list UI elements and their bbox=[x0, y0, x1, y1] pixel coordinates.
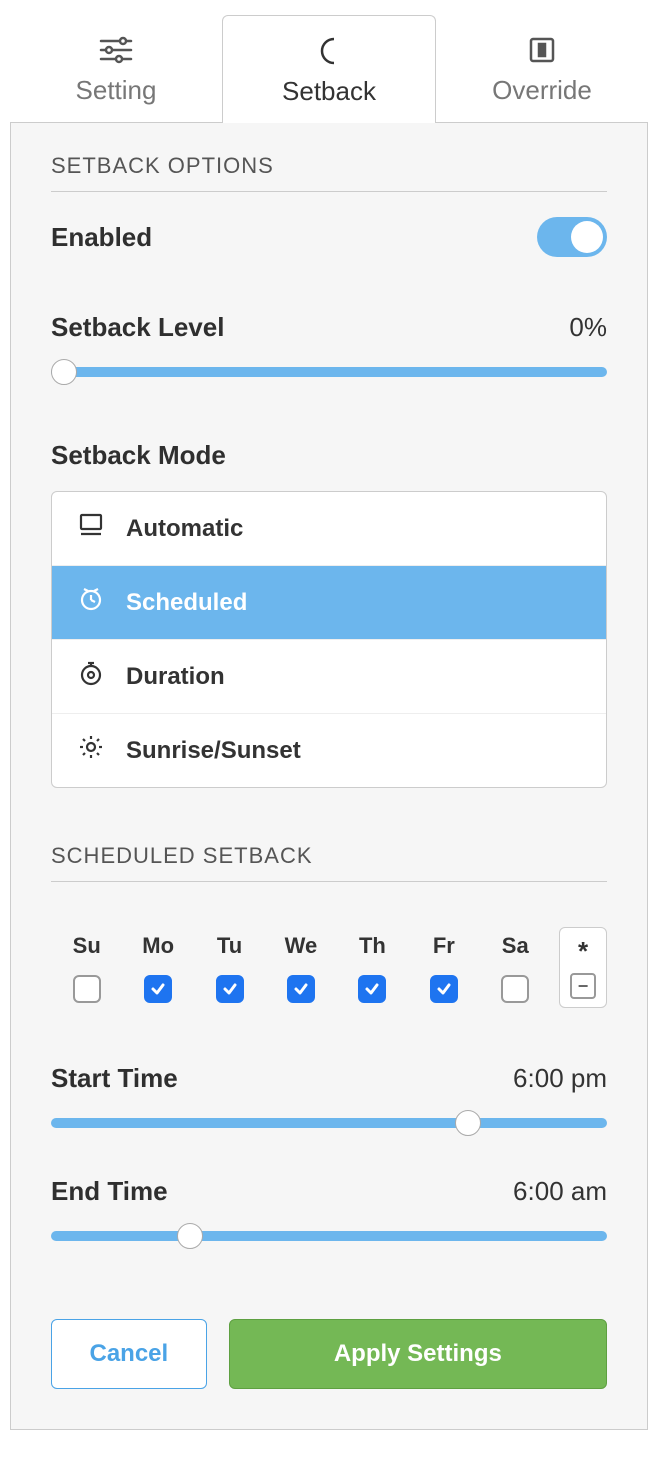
mode-sunrise-sunset[interactable]: Sunrise/Sunset bbox=[52, 713, 606, 787]
tab-label: Override bbox=[492, 75, 592, 106]
setback-level-row: Setback Level 0% bbox=[51, 312, 607, 343]
cancel-button[interactable]: Cancel bbox=[51, 1319, 207, 1389]
mode-label: Automatic bbox=[126, 515, 243, 543]
day-checkbox[interactable] bbox=[73, 975, 101, 1003]
mode-scheduled[interactable]: Scheduled bbox=[52, 565, 606, 639]
override-icon bbox=[527, 35, 557, 65]
day-label: Fr bbox=[433, 933, 455, 959]
timer-icon bbox=[78, 660, 104, 693]
setback-level-slider[interactable] bbox=[51, 359, 607, 385]
day-checkbox[interactable] bbox=[358, 975, 386, 1003]
start-time-slider[interactable] bbox=[51, 1110, 607, 1136]
mode-label: Duration bbox=[126, 663, 225, 691]
mode-list: Automatic Scheduled Duration bbox=[51, 491, 607, 788]
slider-track bbox=[51, 367, 607, 377]
mode-label: Scheduled bbox=[126, 589, 247, 617]
tab-label: Setting bbox=[76, 75, 157, 106]
day-checkbox[interactable] bbox=[216, 975, 244, 1003]
enabled-toggle[interactable] bbox=[537, 217, 607, 257]
end-time-slider[interactable] bbox=[51, 1223, 607, 1249]
end-time-value: 6:00 am bbox=[513, 1176, 607, 1207]
enabled-label: Enabled bbox=[51, 222, 152, 253]
start-time-row: Start Time 6:00 pm bbox=[51, 1063, 607, 1094]
slider-track bbox=[51, 1231, 607, 1241]
start-time-label: Start Time bbox=[51, 1063, 178, 1094]
tab-setback[interactable]: Setback bbox=[222, 15, 436, 123]
toggle-knob bbox=[571, 221, 603, 253]
slider-thumb[interactable] bbox=[455, 1110, 481, 1136]
clock-icon bbox=[78, 586, 104, 619]
day-label: We bbox=[285, 933, 318, 959]
asterisk-icon: * bbox=[578, 936, 588, 967]
day-checkbox[interactable] bbox=[501, 975, 529, 1003]
tab-setting[interactable]: Setting bbox=[10, 15, 222, 123]
day-su: Su bbox=[51, 933, 122, 1003]
mode-label: Sunrise/Sunset bbox=[126, 737, 301, 765]
enabled-row: Enabled bbox=[51, 217, 607, 257]
day-mo: Mo bbox=[122, 933, 193, 1003]
indeterminate-checkbox[interactable]: − bbox=[570, 973, 596, 999]
start-time-value: 6:00 pm bbox=[513, 1063, 607, 1094]
setback-mode-label: Setback Mode bbox=[51, 440, 607, 471]
day-fr: Fr bbox=[408, 933, 479, 1003]
moon-icon bbox=[314, 36, 344, 66]
tab-label: Setback bbox=[282, 76, 376, 107]
end-time-row: End Time 6:00 am bbox=[51, 1176, 607, 1207]
day-checkbox[interactable] bbox=[144, 975, 172, 1003]
apply-settings-button[interactable]: Apply Settings bbox=[229, 1319, 607, 1389]
section-header-scheduled: SCHEDULED SETBACK bbox=[51, 843, 607, 882]
tab-bar: Setting Setback Override bbox=[10, 15, 648, 123]
button-row: Cancel Apply Settings bbox=[51, 1319, 607, 1389]
day-tu: Tu bbox=[194, 933, 265, 1003]
setback-level-value: 0% bbox=[569, 312, 607, 343]
sliders-icon bbox=[99, 35, 133, 65]
day-sa: Sa bbox=[480, 933, 551, 1003]
setback-level-label: Setback Level bbox=[51, 312, 224, 343]
day-label: Th bbox=[359, 933, 386, 959]
slider-thumb[interactable] bbox=[51, 359, 77, 385]
all-days-toggle[interactable]: * − bbox=[559, 927, 607, 1008]
slider-track bbox=[51, 1118, 607, 1128]
setback-panel: SETBACK OPTIONS Enabled Setback Level 0%… bbox=[10, 123, 648, 1430]
end-time-label: End Time bbox=[51, 1176, 168, 1207]
day-label: Mo bbox=[142, 933, 174, 959]
sun-icon bbox=[78, 734, 104, 767]
mode-duration[interactable]: Duration bbox=[52, 639, 606, 713]
day-label: Tu bbox=[217, 933, 242, 959]
section-header-options: SETBACK OPTIONS bbox=[51, 153, 607, 192]
day-checkbox[interactable] bbox=[430, 975, 458, 1003]
days-row: Su Mo Tu We Th Fr Sa * − bbox=[51, 907, 607, 1008]
day-checkbox[interactable] bbox=[287, 975, 315, 1003]
automatic-icon bbox=[78, 512, 104, 545]
day-label: Sa bbox=[502, 933, 529, 959]
day-we: We bbox=[265, 933, 336, 1003]
mode-automatic[interactable]: Automatic bbox=[52, 492, 606, 565]
day-th: Th bbox=[337, 933, 408, 1003]
slider-thumb[interactable] bbox=[177, 1223, 203, 1249]
tab-override[interactable]: Override bbox=[436, 15, 648, 123]
day-label: Su bbox=[73, 933, 101, 959]
